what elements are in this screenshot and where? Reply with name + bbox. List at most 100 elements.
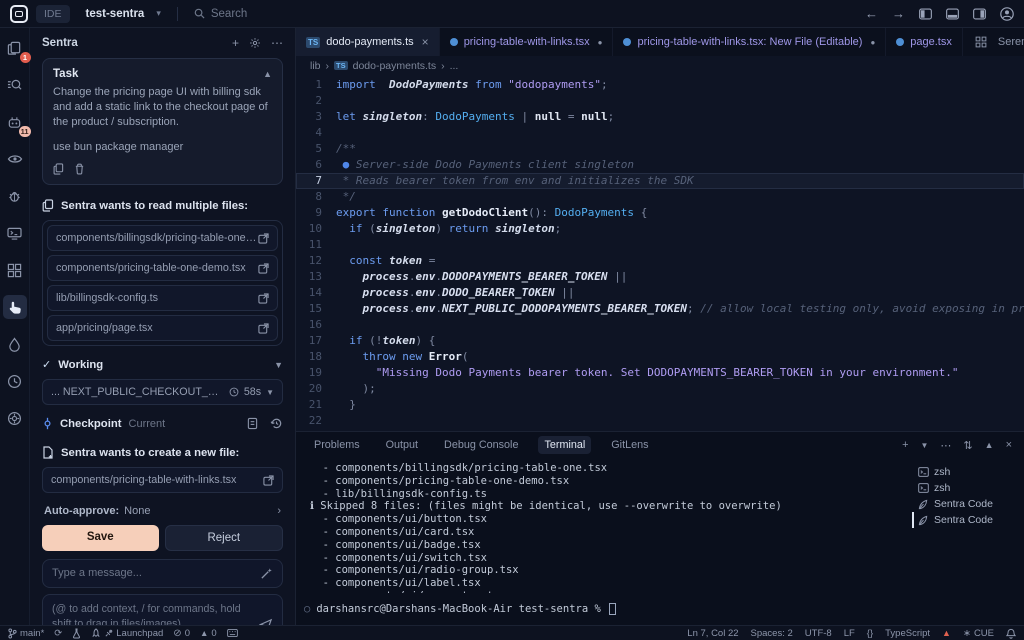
status-item--[interactable]: {} [867,628,873,639]
chevron-down-icon[interactable]: ▼ [274,360,283,370]
sidebar-item-droplet[interactable] [3,332,27,356]
code-line[interactable]: 1import DodoPayments from "dodopayments"… [296,77,1024,93]
terminal-tab-gitlens[interactable]: GitLens [605,436,654,454]
reject-button[interactable]: Reject [165,525,284,551]
collapse-icon[interactable]: ▲ [263,69,272,79]
status-item-bell[interactable] [1006,628,1016,639]
chevron-down-icon[interactable]: ▼ [921,441,929,450]
breadcrumb[interactable]: lib › TS dodo-payments.ts › ... [296,56,1024,75]
workspace-switcher[interactable]: test-sentra [86,8,145,20]
terminal-output[interactable]: - components/billingsdk/pricing-table-on… [296,458,912,593]
global-search[interactable]: Search [194,8,247,20]
code-line[interactable]: 15 process.env.NEXT_PUBLIC_DODOPAYMENTS_… [296,301,1024,317]
code-line[interactable]: 11 [296,237,1024,253]
split-terminal-icon[interactable]: ⇅ [963,439,972,452]
breadcrumb-file[interactable]: dodo-payments.ts [353,60,436,72]
send-icon[interactable] [259,618,273,625]
new-terminal-icon[interactable]: + [902,439,908,451]
status-item-utf-8[interactable]: UTF-8 [805,628,832,639]
flask-item[interactable] [72,628,81,639]
terminal-session-sentra-code[interactable]: Sentra Code [912,496,1016,512]
toggle-right-panel-icon[interactable] [973,8,986,20]
file-row[interactable]: components/pricing-table-one-demo.tsx [47,255,278,281]
keyboard-item[interactable] [227,629,238,637]
gear-icon[interactable] [249,37,261,49]
errors-item[interactable]: ⊘0 [173,628,190,639]
code-line[interactable]: 14 process.env.DODO_BEARER_TOKEN || [296,285,1024,301]
sidebar-item-sentra[interactable] [3,295,27,319]
close-panel-icon[interactable]: × [1006,439,1012,451]
terminal-session-sentra-code[interactable]: Sentra Code [912,512,1016,528]
file-row[interactable]: components/billingsdk/pricing-table-one.… [47,225,278,251]
status-item-spaces-2[interactable]: Spaces: 2 [751,628,793,639]
sidebar-item-history[interactable] [3,369,27,393]
code-line[interactable]: 16 [296,317,1024,333]
open-external-icon[interactable] [258,263,269,274]
save-button[interactable]: Save [42,525,159,551]
file-row[interactable]: app/pricing/page.tsx [47,315,278,341]
code-line[interactable]: 9export function getDodoClient(): DodoPa… [296,205,1024,221]
sidebar-item-agent[interactable]: 11 [3,110,27,134]
code-line[interactable]: 5/** [296,141,1024,157]
snapshot-icon[interactable] [247,417,258,430]
terminal-session-zsh[interactable]: zsh [912,464,1016,480]
open-external-icon[interactable] [258,233,269,244]
code-line[interactable]: 4 [296,125,1024,141]
status-item-typescript[interactable]: TypeScript [885,628,930,639]
terminal-tab-debug-console[interactable]: Debug Console [438,436,524,454]
breadcrumb-folder[interactable]: lib [310,60,321,72]
wand-icon[interactable] [260,567,273,580]
code-line[interactable]: 18 throw new Error( [296,349,1024,365]
breadcrumb-tail[interactable]: ... [450,60,459,72]
code-line[interactable]: 7 * Reads bearer token from env and init… [296,173,1024,189]
code-line[interactable]: 6 ● Server-side Dodo Payments client sin… [296,157,1024,173]
launchpad-item[interactable]: Launchpad [91,628,163,639]
sidebar-item-debug[interactable] [3,184,27,208]
status-item-warn-triangle[interactable]: ▲ [942,628,951,638]
nav-back-icon[interactable]: ← [865,6,878,21]
status-item-lf[interactable]: LF [844,628,855,639]
code-line[interactable]: 13 process.env.DODOPAYMENTS_BEARER_TOKEN… [296,269,1024,285]
terminal-tab-problems[interactable]: Problems [308,436,366,454]
code-line[interactable]: 3let singleton: DodoPayments | null = nu… [296,109,1024,125]
more-icon[interactable]: ⋯ [940,439,951,452]
trash-icon[interactable] [74,163,85,175]
account-icon[interactable] [1000,7,1014,21]
new-chat-icon[interactable]: + [232,36,239,50]
git-branch-item[interactable]: main* [8,628,44,639]
close-tab-icon[interactable]: × [422,35,429,49]
open-external-icon[interactable] [263,475,274,486]
working-item[interactable]: ... NEXT_PUBLIC_CHECKOUT_URL_* a... 58s … [42,379,283,405]
sync-item[interactable]: ⟳ [54,628,62,639]
more-actions-icon[interactable]: ⋯ [271,36,283,50]
terminal-tab-output[interactable]: Output [380,436,424,454]
code-line[interactable]: 19 "Missing Dodo Payments bearer token. … [296,365,1024,381]
app-logo-icon[interactable] [10,5,28,23]
code-line[interactable]: 17 if (!token) { [296,333,1024,349]
code-editor[interactable]: 1import DodoPayments from "dodopayments"… [296,75,1024,431]
context-hint-box[interactable]: (@ to add context, / for commands, hold … [42,594,283,625]
copy-icon[interactable] [53,163,64,175]
code-line[interactable]: 8 */ [296,189,1024,205]
code-line[interactable]: 21 } [296,397,1024,413]
code-line[interactable]: 20 ); [296,381,1024,397]
auto-approve-row[interactable]: Auto-approve: None › [42,503,283,525]
code-line[interactable]: 22 [296,413,1024,429]
nav-forward-icon[interactable]: → [892,6,905,21]
tab-page.tsx[interactable]: page.tsx [886,28,963,56]
sidebar-item-explorer[interactable]: 1 [3,36,27,60]
sidebar-item-settings-sync[interactable] [3,406,27,430]
terminal-prompt[interactable]: ○ darshansrc@Darshans-MacBook-Air test-s… [296,593,912,625]
restore-history-icon[interactable] [270,417,283,430]
status-item-ln-7-col-22[interactable]: Ln 7, Col 22 [687,628,738,639]
status-item-cue[interactable]: ∗CUE [963,628,994,639]
toggle-left-panel-icon[interactable] [919,8,932,20]
serendip-label[interactable]: Serendip [998,36,1024,48]
file-row[interactable]: lib/billingsdk-config.ts [47,285,278,311]
toggle-bottom-panel-icon[interactable] [946,8,959,20]
tab-pricing-table-with-links.tsx[interactable]: pricing-table-with-links.tsx: New File (… [613,28,886,56]
terminal-session-zsh[interactable]: zsh [912,480,1016,496]
code-line[interactable]: 12 const token = [296,253,1024,269]
file-row[interactable]: components/pricing-table-with-links.tsx [42,467,283,493]
sidebar-item-preview[interactable] [3,147,27,171]
